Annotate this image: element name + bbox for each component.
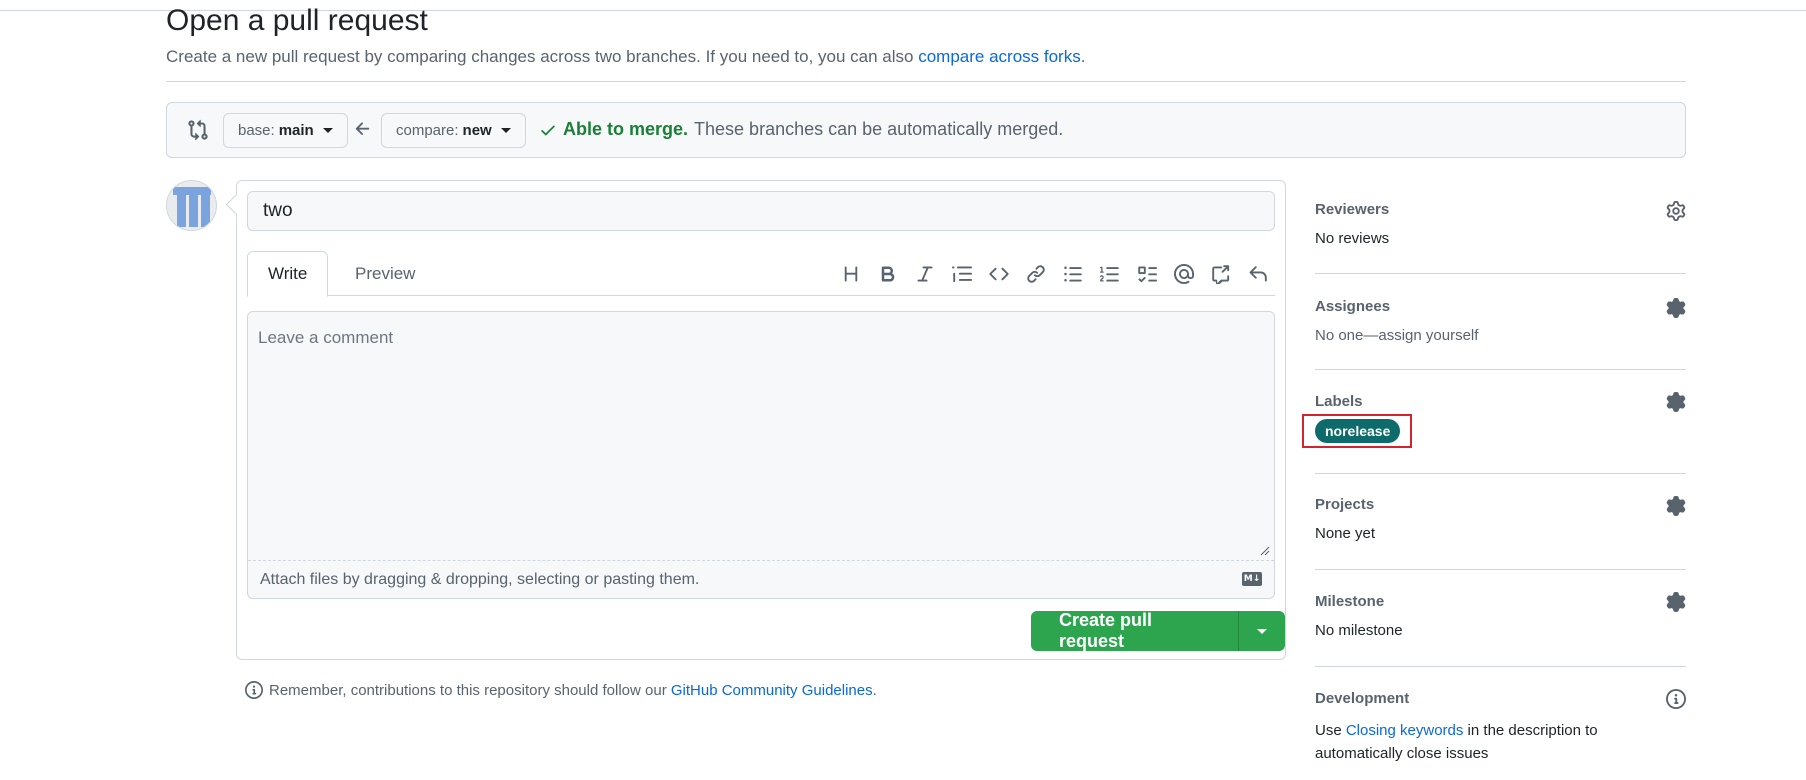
create-options-dropdown[interactable] <box>1238 611 1285 651</box>
bold-icon[interactable] <box>875 261 901 287</box>
assignees-section: Assignees No one—assign yourself <box>1315 274 1686 370</box>
development-value: Use Closing keywords in the description … <box>1315 719 1615 765</box>
projects-section: Projects None yet <box>1315 474 1686 570</box>
reviewers-section: Reviewers No reviews <box>1315 180 1686 274</box>
link-icon[interactable] <box>1023 261 1049 287</box>
pr-title-input[interactable]: two <box>247 191 1275 231</box>
task-list-icon[interactable] <box>1134 261 1160 287</box>
quote-icon[interactable] <box>949 261 975 287</box>
compare-forks-link[interactable]: compare across forks <box>918 47 1081 66</box>
tab-preview[interactable]: Preview <box>335 251 435 297</box>
milestone-section: Milestone No milestone <box>1315 570 1686 667</box>
label-highlight: norelease <box>1302 414 1413 448</box>
avatar-shape <box>173 187 211 195</box>
merge-ok-text: Able to merge. <box>563 119 689 139</box>
code-icon[interactable] <box>986 261 1012 287</box>
create-pull-request-button[interactable]: Create pull request <box>1031 611 1239 651</box>
page-title: Open a pull request <box>166 4 428 37</box>
tab-write[interactable]: Write <box>247 251 329 297</box>
compare-prefix: compare: <box>396 122 459 139</box>
guidelines-text: Remember, contributions to this reposito… <box>269 681 671 699</box>
cross-reference-icon[interactable] <box>1208 261 1234 287</box>
gear-icon[interactable] <box>1666 496 1686 516</box>
pr-form: two Write Preview Leave a comment Attach… <box>236 180 1286 660</box>
chevron-down-icon <box>500 128 511 133</box>
mention-icon[interactable] <box>1171 261 1197 287</box>
info-icon <box>245 681 263 699</box>
info-icon[interactable] <box>1666 689 1686 709</box>
closing-keywords-link[interactable]: Closing keywords <box>1346 722 1464 739</box>
base-branch-select[interactable]: base: main <box>223 113 348 148</box>
markdown-toolbar <box>838 261 1271 287</box>
label-norelease[interactable]: norelease <box>1315 419 1401 443</box>
base-prefix: base: <box>238 122 275 139</box>
italic-icon[interactable] <box>912 261 938 287</box>
editor-tabs: Write Preview <box>247 251 1275 297</box>
subtitle-suffix: . <box>1080 47 1086 66</box>
git-compare-icon <box>188 119 208 141</box>
create-pr-button-group: Create pull request <box>1031 611 1285 651</box>
merge-message: These branches can be automatically merg… <box>694 119 1064 139</box>
assignees-none-text: No one— <box>1315 327 1379 344</box>
ordered-list-icon[interactable] <box>1097 261 1123 287</box>
guidelines-suffix: . <box>872 681 877 699</box>
development-heading: Development <box>1315 690 1410 707</box>
milestone-value: No milestone <box>1315 622 1403 639</box>
subtitle-text: Create a new pull request by comparing c… <box>166 47 919 66</box>
page-subtitle: Create a new pull request by comparing c… <box>166 47 1085 67</box>
milestone-heading[interactable]: Milestone <box>1315 593 1686 610</box>
resize-handle-icon[interactable] <box>1260 546 1270 556</box>
compare-branch-name: new <box>462 122 492 139</box>
chevron-down-icon <box>1256 628 1267 634</box>
compare-bar: base: main compare: new Able to merge. T… <box>166 102 1686 158</box>
development-section: Development Use Closing keywords in the … <box>1315 667 1686 765</box>
unordered-list-icon[interactable] <box>1060 261 1086 287</box>
reviewers-value: No reviews <box>1315 230 1390 247</box>
title-divider <box>166 81 1686 82</box>
merge-status: Able to merge. These branches can be aut… <box>539 119 1063 140</box>
chevron-down-icon <box>322 128 333 133</box>
check-icon <box>541 125 555 135</box>
base-branch-name: main <box>278 122 314 139</box>
guidelines-note: Remember, contributions to this reposito… <box>245 681 877 699</box>
gear-icon[interactable] <box>1666 592 1686 612</box>
compare-branch-select[interactable]: compare: new <box>381 113 526 148</box>
projects-heading[interactable]: Projects <box>1315 496 1686 513</box>
comment-textarea[interactable]: Leave a comment Attach files by dragging… <box>247 311 1275 599</box>
assignees-heading[interactable]: Assignees <box>1315 298 1686 315</box>
projects-value: None yet <box>1315 525 1376 542</box>
reply-icon[interactable] <box>1245 261 1271 287</box>
attach-files-bar[interactable]: Attach files by dragging & dropping, sel… <box>248 560 1274 598</box>
comment-placeholder: Leave a comment <box>258 328 394 347</box>
heading-icon[interactable] <box>838 261 864 287</box>
development-text: Use <box>1315 722 1346 739</box>
labels-heading[interactable]: Labels <box>1315 393 1686 410</box>
reviewers-heading[interactable]: Reviewers <box>1315 201 1686 218</box>
assign-yourself-link[interactable]: assign yourself <box>1378 327 1478 344</box>
assignees-value: No one—assign yourself <box>1315 327 1686 344</box>
markdown-icon[interactable]: M↓ <box>1242 572 1262 586</box>
gear-icon[interactable] <box>1666 201 1686 221</box>
gear-icon[interactable] <box>1666 298 1686 318</box>
arrow-left-icon <box>355 122 370 135</box>
labels-section: Labels norelease <box>1302 370 1686 474</box>
avatar[interactable] <box>166 180 217 231</box>
pr-sidebar: Reviewers No reviews Assignees No one—as… <box>1302 180 1686 765</box>
gear-icon[interactable] <box>1666 392 1686 412</box>
community-guidelines-link[interactable]: GitHub Community Guidelines <box>671 682 873 699</box>
